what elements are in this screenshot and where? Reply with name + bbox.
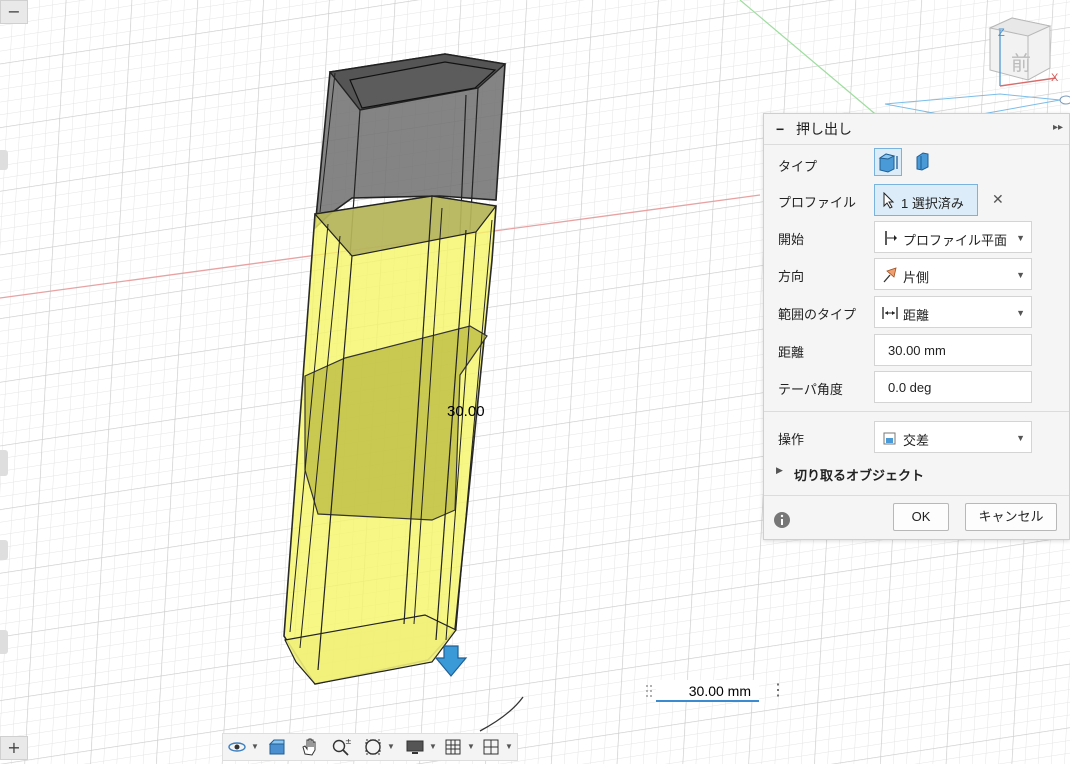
- start-select[interactable]: プロファイル平面 ▼: [874, 221, 1032, 253]
- profile-plane-icon: [885, 231, 897, 245]
- expand-triangle-icon[interactable]: ▶: [776, 465, 783, 476]
- direction-select[interactable]: 片側 ▼: [874, 258, 1032, 290]
- taper-label: テーパ角度: [778, 382, 843, 397]
- profile-select-button[interactable]: 1 選択済み: [874, 184, 978, 216]
- objects-to-cut-row[interactable]: ▶ 切り取るオブジェクト: [764, 462, 1069, 486]
- dialog-header[interactable]: − 押し出し ▸▸: [764, 114, 1069, 145]
- thin-extrude-icon: [916, 152, 929, 171]
- operation-value: 交差: [903, 433, 930, 448]
- side-tab[interactable]: [0, 630, 8, 654]
- svg-text:±: ±: [345, 737, 351, 746]
- distance-value: 30.00 mm: [888, 343, 946, 358]
- viewcube-face-label[interactable]: 前: [1011, 51, 1031, 75]
- direction-value: 片側: [903, 270, 930, 285]
- taper-value: 0.0 deg: [888, 380, 932, 395]
- side-tab[interactable]: [0, 540, 8, 560]
- profile-value: 1 選択済み: [901, 196, 964, 211]
- navigation-toolbar: ▼ ± ▼ ▼ ▼ ▼: [222, 733, 518, 761]
- extent-type-row: 範囲のタイプ 距離 ▼: [764, 296, 1069, 328]
- viewports-icon[interactable]: [481, 737, 501, 757]
- zoom-icon[interactable]: ±: [331, 737, 351, 757]
- chevron-down-icon[interactable]: ▼: [387, 742, 395, 751]
- chevron-down-icon[interactable]: ▼: [505, 742, 513, 751]
- extent-type-select[interactable]: 距離 ▼: [874, 296, 1032, 328]
- solid-extrude-icon: [878, 153, 898, 173]
- taper-row: テーパ角度 0.0 deg: [764, 371, 1069, 403]
- drag-grip-icon[interactable]: [645, 680, 653, 702]
- start-label: 開始: [778, 232, 805, 247]
- type-row: タイプ: [764, 148, 1069, 180]
- start-row: 開始 プロファイル平面 ▼: [764, 221, 1069, 253]
- fit-window-icon[interactable]: [363, 737, 383, 757]
- divider: [764, 411, 1069, 412]
- operation-select[interactable]: 交差 ▼: [874, 421, 1032, 453]
- chevron-down-icon: ▼: [1016, 308, 1025, 318]
- cancel-button[interactable]: キャンセル: [965, 503, 1057, 531]
- ok-button[interactable]: OK: [893, 503, 949, 531]
- collapse-browser-button[interactable]: −: [0, 0, 28, 24]
- side-tab[interactable]: [0, 150, 8, 170]
- expand-comments-button[interactable]: +: [0, 736, 28, 760]
- direction-label: 方向: [778, 269, 805, 284]
- clear-selection-icon[interactable]: ✕: [992, 191, 1004, 208]
- display-settings-icon[interactable]: [405, 737, 425, 757]
- taper-angle-input[interactable]: 0.0 deg: [874, 371, 1032, 403]
- intersect-icon: [883, 432, 896, 445]
- grid-icon[interactable]: [443, 737, 463, 757]
- pan-hand-icon[interactable]: [299, 737, 319, 757]
- chevron-down-icon[interactable]: ▼: [467, 742, 475, 751]
- dimension-label[interactable]: 30.00: [447, 403, 485, 420]
- operation-label: 操作: [778, 432, 805, 447]
- viewcube-axis-z: Z: [998, 27, 1005, 39]
- divider: [764, 495, 1069, 496]
- distance-heads-up-input[interactable]: 30.00 mm: [656, 680, 759, 702]
- info-icon[interactable]: [773, 511, 791, 529]
- direction-row: 方向 片側 ▼: [764, 258, 1069, 290]
- profile-label: プロファイル: [778, 195, 857, 210]
- chevron-down-icon[interactable]: ▼: [429, 742, 437, 751]
- collapse-icon[interactable]: −: [776, 121, 790, 137]
- profile-row: プロファイル 1 選択済み ✕: [764, 184, 1069, 216]
- expand-icon[interactable]: ▸▸: [1053, 122, 1063, 133]
- start-value: プロファイル平面: [903, 233, 1008, 248]
- distance-icon: [882, 307, 898, 319]
- chevron-down-icon[interactable]: ▼: [251, 742, 259, 751]
- more-options-icon[interactable]: ⋮: [770, 681, 786, 703]
- extrude-type-thin-button[interactable]: [910, 148, 938, 176]
- objects-to-cut-label: 切り取るオブジェクト: [794, 468, 925, 483]
- extrude-dialog: − 押し出し ▸▸ タイプ プロファイル 1 選択済み ✕ 開始 プロファイル平…: [763, 113, 1070, 540]
- operation-row: 操作 交差 ▼: [764, 421, 1069, 453]
- type-label: タイプ: [778, 159, 818, 174]
- one-side-direction-icon: [883, 267, 897, 283]
- cursor-icon: [883, 192, 895, 209]
- distance-heads-up-value: 30.00 mm: [688, 683, 751, 699]
- viewcube-axis-x: X: [1051, 72, 1059, 84]
- extrude-type-solid-button[interactable]: [874, 148, 902, 176]
- side-tab[interactable]: [0, 450, 8, 476]
- extent-type-label: 範囲のタイプ: [778, 307, 857, 322]
- chevron-down-icon: ▼: [1016, 233, 1025, 243]
- distance-label: 距離: [778, 345, 805, 360]
- look-at-icon[interactable]: [267, 737, 287, 757]
- dialog-title: 押し出し: [796, 121, 852, 137]
- distance-input[interactable]: 30.00 mm: [874, 334, 1032, 366]
- distance-row: 距離 30.00 mm: [764, 334, 1069, 366]
- extent-type-value: 距離: [903, 308, 930, 323]
- orbit-icon[interactable]: [227, 737, 247, 757]
- chevron-down-icon: ▼: [1016, 433, 1025, 443]
- chevron-down-icon: ▼: [1016, 270, 1025, 280]
